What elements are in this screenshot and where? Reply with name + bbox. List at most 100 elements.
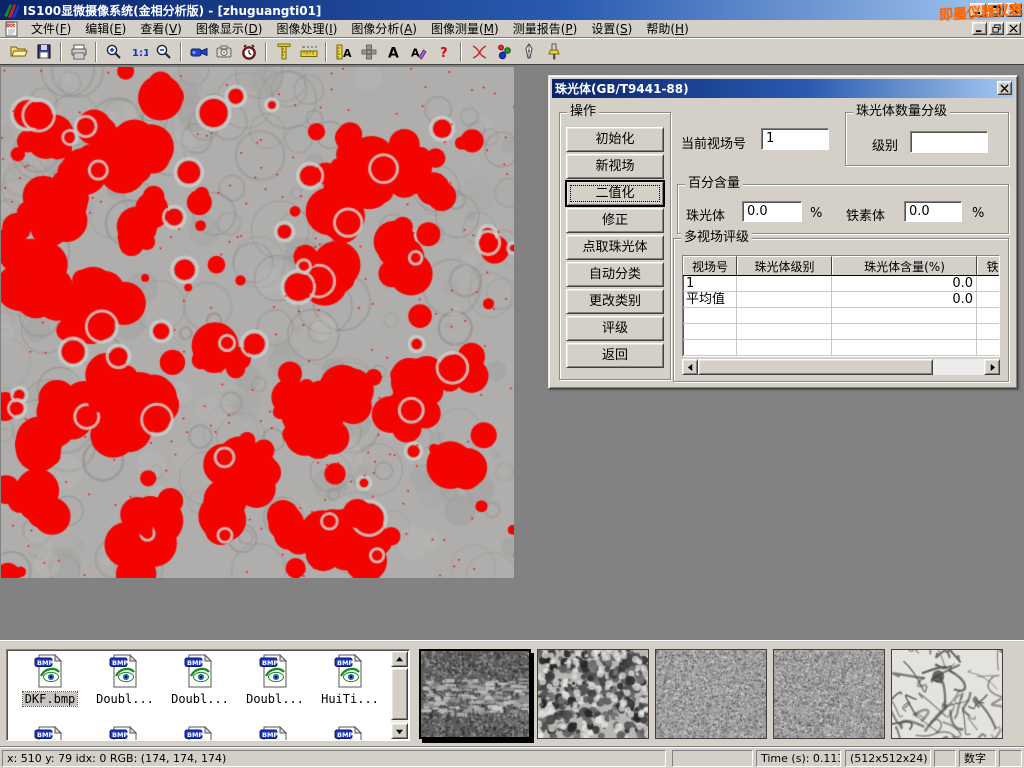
menu-bar: DOC 文件(F)编辑(E)查看(V)图像显示(D)图像处理(I)图像分析(A)… bbox=[0, 20, 1024, 38]
menu-item-8[interactable]: 设置(S) bbox=[584, 19, 639, 38]
scrollbar-thumb[interactable] bbox=[391, 668, 408, 720]
table-horizontal-scrollbar[interactable] bbox=[682, 359, 1000, 375]
op-button-2[interactable]: 二值化 bbox=[566, 181, 664, 206]
table-header-3[interactable]: 铁素体含量(%) bbox=[977, 256, 1000, 275]
curve-tool-icon[interactable] bbox=[466, 40, 491, 64]
application-window: { "window": { "title": "IS100显微摄像系统(金相分析… bbox=[0, 0, 1024, 768]
mdi-minimize-button[interactable] bbox=[972, 22, 987, 35]
table-row-4[interactable] bbox=[683, 340, 999, 356]
pearlite-percent-input[interactable]: 0.0 bbox=[742, 201, 802, 222]
micrograph-image[interactable] bbox=[1, 67, 514, 578]
scroll-right-button[interactable] bbox=[984, 359, 1000, 375]
menu-item-6[interactable]: 图像测量(M) bbox=[424, 19, 506, 38]
timer-icon[interactable] bbox=[236, 40, 261, 64]
scroll-left-button[interactable] bbox=[682, 359, 698, 375]
op-button-6[interactable]: 更改类别 bbox=[566, 289, 664, 314]
table-row-1[interactable]: 平均值0.0 bbox=[683, 292, 999, 308]
svg-text:A: A bbox=[343, 47, 352, 60]
grade-input[interactable] bbox=[910, 131, 988, 153]
mdi-close-button[interactable] bbox=[1006, 22, 1021, 35]
measure-label-icon[interactable]: A bbox=[331, 40, 356, 64]
file-item-row2-4[interactable]: BMP bbox=[313, 726, 387, 741]
file-item-0[interactable]: BMPDKF.bmp bbox=[13, 654, 87, 706]
menu-item-4[interactable]: 图像处理(I) bbox=[269, 19, 344, 38]
thumbnail-1[interactable] bbox=[537, 649, 649, 739]
brush-tool-icon[interactable] bbox=[541, 40, 566, 64]
ruler-icon[interactable] bbox=[296, 40, 321, 64]
thumbnail-0[interactable] bbox=[419, 649, 531, 739]
app-logo-icon bbox=[3, 2, 19, 18]
table-cell bbox=[977, 308, 1000, 323]
video-capture-icon[interactable] bbox=[186, 40, 211, 64]
help-icon[interactable]: ? bbox=[431, 40, 456, 64]
toolbar-separator bbox=[60, 42, 62, 62]
file-item-row2-2[interactable]: BMP bbox=[163, 726, 237, 741]
actual-size-icon[interactable]: 1:1 bbox=[126, 40, 151, 64]
table-cell bbox=[737, 340, 832, 355]
table-cell: 1 bbox=[683, 276, 737, 291]
close-button[interactable] bbox=[1006, 3, 1022, 17]
zoom-in-icon[interactable] bbox=[101, 40, 126, 64]
ferrite-percent-input[interactable]: 0.0 bbox=[904, 201, 962, 222]
svg-text:A: A bbox=[388, 45, 399, 61]
dialog-close-button[interactable] bbox=[997, 81, 1012, 95]
grid-measure-icon[interactable] bbox=[356, 40, 381, 64]
caliper-icon[interactable] bbox=[271, 40, 296, 64]
particle-classify-icon[interactable] bbox=[491, 40, 516, 64]
current-view-input[interactable]: 1 bbox=[761, 128, 829, 150]
open-file-icon[interactable] bbox=[6, 40, 31, 64]
edit-annotation-icon[interactable]: A bbox=[406, 40, 431, 64]
file-item-1[interactable]: BMPDoubl... bbox=[88, 654, 162, 706]
status-cell-3: (512x512x24) bbox=[845, 750, 931, 767]
mdi-child-controls bbox=[972, 22, 1021, 35]
svg-text:BMP: BMP bbox=[337, 731, 353, 739]
thumbnail-2[interactable] bbox=[655, 649, 767, 739]
op-button-4[interactable]: 点取珠光体 bbox=[566, 235, 664, 260]
mdi-restore-button[interactable] bbox=[989, 22, 1004, 35]
op-button-3[interactable]: 修正 bbox=[566, 208, 664, 233]
print-icon[interactable] bbox=[66, 40, 91, 64]
pen-tool-icon[interactable] bbox=[516, 40, 541, 64]
document-icon[interactable]: DOC bbox=[4, 21, 20, 37]
scrollbar-thumb[interactable] bbox=[698, 359, 933, 375]
status-bar: x: 510 y: 79 idx: 0 RGB: (174, 174, 174)… bbox=[0, 746, 1024, 768]
table-header-1[interactable]: 珠光体级别 bbox=[737, 256, 832, 275]
camera-capture-icon[interactable] bbox=[211, 40, 236, 64]
op-button-7[interactable]: 评级 bbox=[566, 316, 664, 341]
menu-item-0[interactable]: 文件(F) bbox=[24, 19, 78, 38]
file-item-2[interactable]: BMPDoubl... bbox=[163, 654, 237, 706]
table-row-2[interactable] bbox=[683, 308, 999, 324]
table-cell bbox=[683, 308, 737, 323]
file-item-row2-3[interactable]: BMP bbox=[238, 726, 312, 741]
table-header-0[interactable]: 视场号 bbox=[683, 256, 737, 275]
maximize-button[interactable] bbox=[988, 3, 1004, 17]
menu-item-3[interactable]: 图像显示(D) bbox=[189, 19, 270, 38]
status-cell-2: Time (s): 0.113 bbox=[756, 750, 841, 767]
op-button-0[interactable]: 初始化 bbox=[566, 127, 664, 152]
menu-item-7[interactable]: 测量报告(P) bbox=[506, 19, 585, 38]
file-item-4[interactable]: BMPHuiTi... bbox=[313, 654, 387, 706]
thumbnail-3[interactable] bbox=[773, 649, 885, 739]
text-annotation-icon[interactable]: A bbox=[381, 40, 406, 64]
thumbnail-4[interactable] bbox=[891, 649, 1003, 739]
table-row-3[interactable] bbox=[683, 324, 999, 340]
table-header-2[interactable]: 珠光体含量(%) bbox=[832, 256, 977, 275]
zoom-out-icon[interactable] bbox=[151, 40, 176, 64]
save-icon[interactable] bbox=[31, 40, 56, 64]
menu-item-1[interactable]: 编辑(E) bbox=[78, 19, 133, 38]
op-button-1[interactable]: 新视场 bbox=[566, 154, 664, 179]
op-button-5[interactable]: 自动分类 bbox=[566, 262, 664, 287]
multi-view-table[interactable]: 视场号珠光体级别珠光体含量(%)铁素体含量(%) 10.0平均值0.0 bbox=[682, 255, 1000, 357]
file-item-row2-0[interactable]: BMP bbox=[13, 726, 87, 741]
minimize-button[interactable] bbox=[970, 3, 986, 17]
table-row-0[interactable]: 10.0 bbox=[683, 276, 999, 292]
file-item-3[interactable]: BMPDoubl... bbox=[238, 654, 312, 706]
scroll-up-button[interactable] bbox=[391, 651, 408, 667]
file-list-scrollbar[interactable] bbox=[391, 651, 408, 739]
menu-item-9[interactable]: 帮助(H) bbox=[639, 19, 695, 38]
menu-item-5[interactable]: 图像分析(A) bbox=[344, 19, 424, 38]
file-item-row2-1[interactable]: BMP bbox=[88, 726, 162, 741]
menu-item-2[interactable]: 查看(V) bbox=[133, 19, 189, 38]
scroll-down-button[interactable] bbox=[391, 723, 408, 739]
op-button-8[interactable]: 返回 bbox=[566, 343, 664, 368]
